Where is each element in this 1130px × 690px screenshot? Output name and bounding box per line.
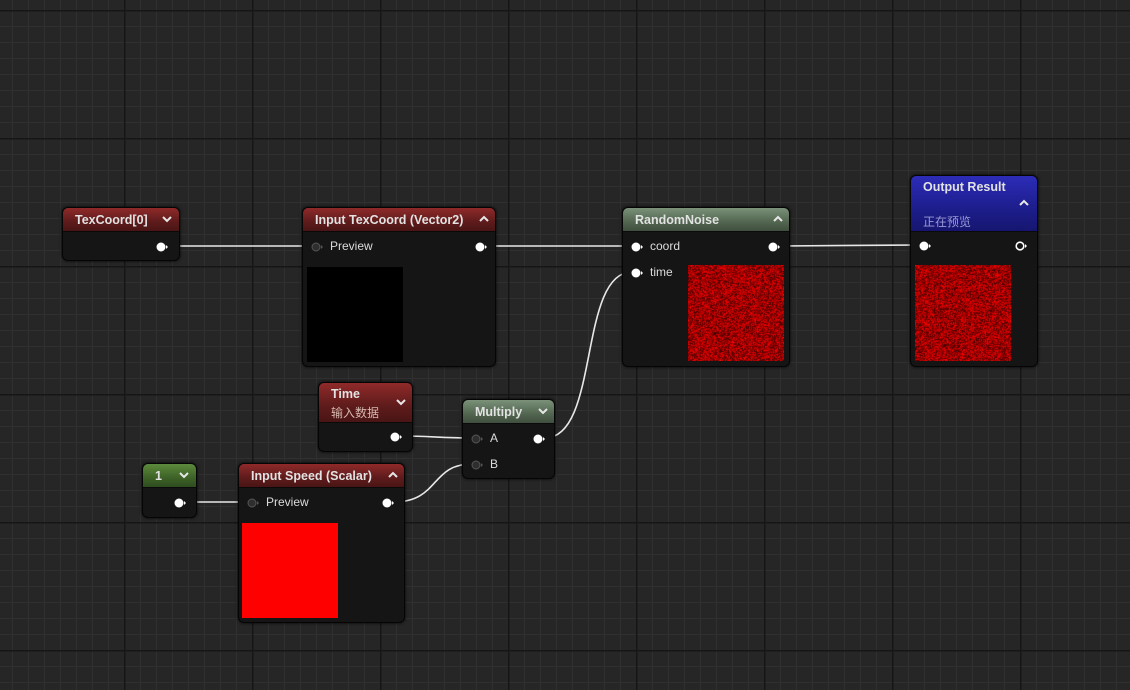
constant-title: 1: [155, 469, 162, 483]
input-speed-header[interactable]: Input Speed (Scalar): [239, 464, 404, 488]
chevron-up-icon[interactable]: [1017, 196, 1031, 210]
input-speed-node[interactable]: Input Speed (Scalar) Preview: [238, 463, 405, 623]
multiply-a-label: A: [490, 431, 499, 445]
constant-node[interactable]: 1: [142, 463, 197, 518]
speed-preview-swatch: [242, 523, 338, 618]
output-result-node[interactable]: Output Result 正在预览: [910, 175, 1038, 367]
multiply-a-pin-icon[interactable]: [471, 434, 483, 444]
chevron-down-icon[interactable]: [160, 212, 174, 226]
time-subtitle: 输入数据: [331, 406, 380, 420]
random-noise-preview: [688, 265, 784, 361]
time-output-pin-icon[interactable]: [390, 432, 402, 442]
chevron-down-icon[interactable]: [394, 395, 408, 409]
texcoord-output-pin-icon[interactable]: [156, 242, 168, 252]
time-node[interactable]: Time 输入数据: [318, 382, 413, 452]
input-texcoord-title: Input TexCoord (Vector2): [315, 213, 464, 227]
multiply-title: Multiply: [475, 405, 523, 419]
multiply-b-label: B: [490, 457, 499, 471]
output-result-preview: [915, 265, 1011, 361]
input-speed-preview-label: Preview: [266, 495, 309, 509]
time-title: Time: [331, 387, 360, 401]
multiply-node[interactable]: Multiply A B: [462, 399, 555, 479]
multiply-b-pin-icon[interactable]: [471, 460, 483, 470]
random-noise-header[interactable]: RandomNoise: [623, 208, 789, 232]
wire-multiply-to-time: [544, 271, 633, 439]
multiply-header[interactable]: Multiply: [463, 400, 554, 424]
random-noise-time-pin-icon[interactable]: [631, 268, 643, 278]
input-speed-title: Input Speed (Scalar): [251, 469, 372, 483]
chevron-up-icon[interactable]: [771, 212, 785, 226]
random-noise-time-label: time: [650, 265, 673, 279]
random-noise-node[interactable]: RandomNoise coord time: [622, 207, 790, 367]
output-result-output-pin-icon[interactable]: [1015, 241, 1027, 251]
wire-noise-to-output: [779, 244, 919, 247]
output-result-title: Output Result: [923, 180, 1006, 194]
random-noise-coord-pin-icon[interactable]: [631, 242, 643, 252]
random-noise-coord-label: coord: [650, 239, 681, 253]
texcoord-preview-swatch: [307, 267, 403, 362]
input-texcoord-output-pin-icon[interactable]: [475, 242, 487, 252]
chevron-down-icon[interactable]: [177, 468, 191, 482]
input-speed-output-pin-icon[interactable]: [382, 498, 394, 508]
input-texcoord-preview-label: Preview: [330, 239, 373, 253]
constant-output-pin-icon[interactable]: [174, 498, 186, 508]
texcoord-header[interactable]: TexCoord[0]: [63, 208, 179, 232]
chevron-up-icon[interactable]: [477, 212, 491, 226]
chevron-up-icon[interactable]: [386, 468, 400, 482]
multiply-output-pin-icon[interactable]: [533, 434, 545, 444]
input-texcoord-header[interactable]: Input TexCoord (Vector2): [303, 208, 495, 232]
output-result-subtitle: 正在预览: [923, 215, 972, 229]
random-noise-title: RandomNoise: [635, 213, 720, 227]
output-result-input-pin-icon[interactable]: [919, 241, 931, 251]
texcoord-node[interactable]: TexCoord[0]: [62, 207, 180, 261]
input-texcoord-node[interactable]: Input TexCoord (Vector2) Preview: [302, 207, 496, 367]
time-header[interactable]: Time 输入数据: [319, 383, 412, 423]
input-speed-preview-pin-icon[interactable]: [247, 498, 259, 508]
chevron-down-icon[interactable]: [536, 404, 550, 418]
constant-header[interactable]: 1: [143, 464, 196, 488]
random-noise-output-pin-icon[interactable]: [768, 242, 780, 252]
output-result-header[interactable]: Output Result 正在预览: [911, 176, 1037, 232]
input-texcoord-preview-pin-icon[interactable]: [311, 242, 323, 252]
texcoord-title: TexCoord[0]: [75, 213, 148, 227]
